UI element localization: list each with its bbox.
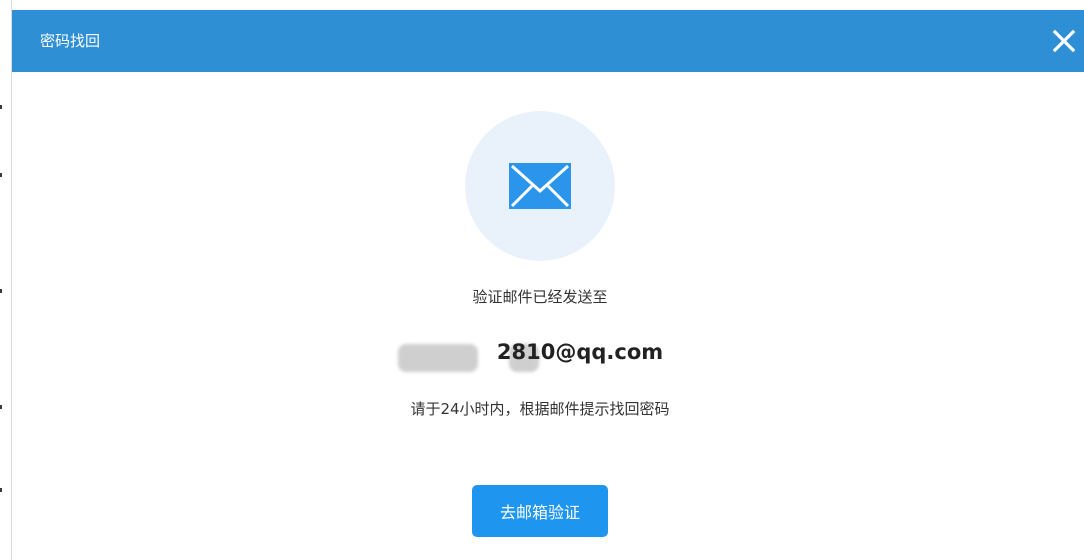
go-to-mailbox-button[interactable]: 去邮箱验证 xyxy=(472,485,608,537)
background-window-edge xyxy=(0,0,12,560)
sent-to-label: 验证邮件已经发送至 xyxy=(472,288,608,306)
redaction-blur xyxy=(398,344,478,372)
edge-mark xyxy=(0,405,2,409)
password-recovery-dialog: 密码找回 验证邮件已经发送至 2810@qq.com 请于24小时内，根据邮件提… xyxy=(12,10,1084,560)
edge-mark xyxy=(0,289,2,293)
dialog-title: 密码找回 xyxy=(40,32,101,50)
email-text: 2810@qq.com xyxy=(496,340,664,364)
edge-mark xyxy=(0,488,2,492)
email-address: 2810@qq.com xyxy=(12,340,1068,372)
edge-mark xyxy=(0,173,2,177)
hint-text: 请于24小时内，根据邮件提示找回密码 xyxy=(410,400,670,418)
envelope-icon xyxy=(509,163,571,209)
dialog-titlebar: 密码找回 xyxy=(12,10,1084,72)
edge-mark xyxy=(0,105,2,109)
close-icon[interactable] xyxy=(1046,23,1082,59)
mail-icon-badge xyxy=(465,111,615,261)
